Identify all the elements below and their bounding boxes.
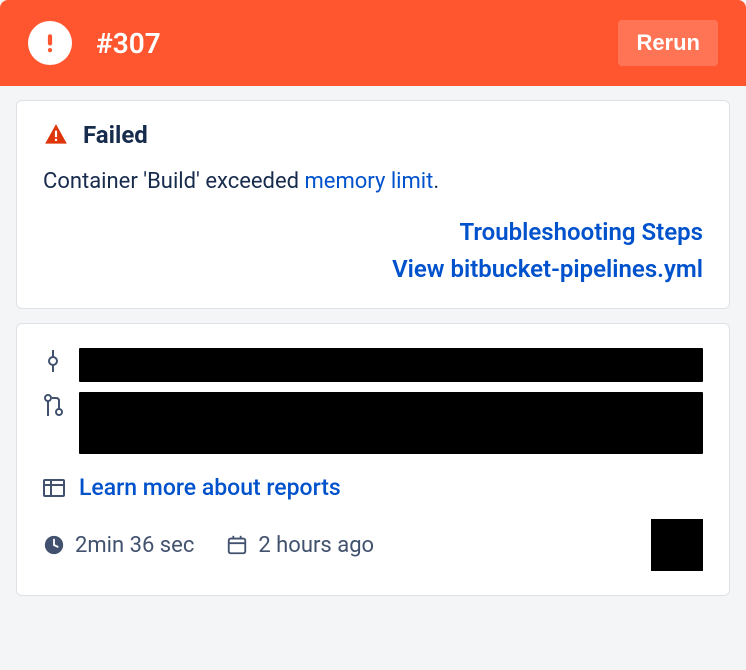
memory-limit-link[interactable]: memory limit: [305, 169, 434, 194]
pr-row: [43, 392, 703, 454]
status-label: Failed: [83, 121, 148, 149]
commit-row: [43, 348, 703, 382]
learn-more-reports-link[interactable]: Learn more about reports: [79, 474, 341, 501]
relative-time-text: 2 hours ago: [258, 533, 374, 558]
status-message-prefix: Container 'Build' exceeded: [43, 169, 305, 194]
view-yaml-link[interactable]: View bitbucket-pipelines.yml: [392, 251, 703, 288]
build-number: #307: [96, 27, 161, 60]
clock-icon: [43, 534, 65, 556]
rerun-button[interactable]: Rerun: [618, 20, 718, 66]
header-left: #307: [28, 21, 161, 65]
avatar-redacted: [651, 519, 703, 571]
status-message-suffix: .: [433, 169, 439, 194]
report-icon: [43, 479, 65, 497]
commit-redacted: [79, 348, 703, 382]
pull-request-icon: [43, 392, 63, 416]
failed-icon: [43, 122, 69, 148]
troubleshooting-link[interactable]: Troubleshooting Steps: [459, 214, 703, 251]
time-group: 2 hours ago: [226, 533, 374, 558]
status-card: Failed Container 'Build' exceeded memory…: [16, 100, 730, 309]
status-row: Failed: [43, 121, 703, 149]
calendar-icon: [226, 534, 248, 556]
commit-icon: [43, 348, 63, 372]
details-card: Learn more about reports 2min 36 sec: [16, 323, 730, 596]
duration-group: 2min 36 sec: [43, 533, 194, 558]
status-message: Container 'Build' exceeded memory limit.: [43, 165, 703, 198]
duration-text: 2min 36 sec: [75, 533, 194, 558]
reports-row: Learn more about reports: [43, 474, 703, 501]
header-bar: #307 Rerun: [0, 0, 746, 86]
footer-row: 2min 36 sec 2 hours ago: [43, 519, 703, 571]
alert-icon: [28, 21, 72, 65]
help-links: Troubleshooting Steps View bitbucket-pip…: [43, 214, 703, 288]
pipeline-panel: #307 Rerun Failed Container 'Build' exce…: [0, 0, 746, 596]
pr-redacted: [79, 392, 703, 454]
